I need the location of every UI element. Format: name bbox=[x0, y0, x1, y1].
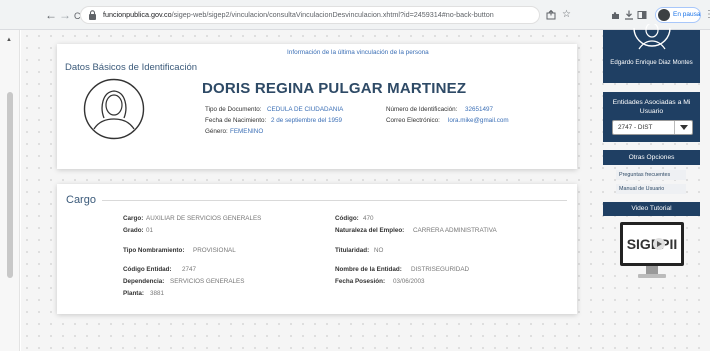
scrollbar-thumb[interactable] bbox=[7, 92, 13, 278]
menu-icon[interactable]: ⋮ bbox=[704, 9, 710, 20]
url-text[interactable]: funcionpublica.gov.co/sigep-web/sigep2/v… bbox=[103, 10, 494, 19]
basic-data-card: Información de la última vinculación de … bbox=[57, 44, 577, 169]
left-window-strip: ▲ bbox=[0, 30, 20, 351]
planta-value: 3881 bbox=[150, 290, 165, 297]
url-path[interactable]: /sigep-web/sigep2/vinculacion/consultaVi… bbox=[172, 10, 494, 19]
download-icon[interactable] bbox=[624, 10, 634, 20]
extensions-icon[interactable] bbox=[611, 10, 621, 20]
profile-pause-chip[interactable]: En pausa bbox=[655, 7, 701, 23]
document-type-label: Tipo de Documento: bbox=[205, 106, 262, 113]
possession-date-value: 03/06/2003 bbox=[393, 278, 425, 285]
birth-date-value: 2 de septiembre del 1959 bbox=[271, 117, 343, 124]
section-title-cargo: Cargo bbox=[66, 194, 96, 206]
user-avatar-icon bbox=[633, 24, 671, 50]
code-label: Código: bbox=[335, 215, 359, 222]
address-bar[interactable]: funcionpublica.gov.co/sigep-web/sigep2/v… bbox=[80, 6, 540, 24]
dependency-label: Dependencia: bbox=[123, 278, 165, 285]
id-number-value: 32651497 bbox=[465, 106, 494, 113]
appointment-type-label: Tipo Nombramiento: bbox=[123, 247, 185, 254]
entity-select-value[interactable]: 2747 - DIST bbox=[618, 124, 652, 131]
associated-entities-title: Entidades Asociadas a Mi Usuario bbox=[612, 99, 691, 115]
user-manual-link[interactable]: Manual de Usuario bbox=[616, 184, 686, 194]
grado-label: Grado: bbox=[123, 227, 144, 234]
ownership-label: Titularidad: bbox=[335, 247, 370, 254]
document-type-value: CEDULA DE CIUDADANIA bbox=[267, 106, 344, 113]
associated-entities-panel: Entidades Asociadas a Mi Usuario 2747 - … bbox=[603, 92, 700, 142]
browser-toolbar: ← → C funcionpublica.gov.co/sigep-web/si… bbox=[0, 0, 710, 30]
dependency-value: SERVICIOS GENERALES bbox=[170, 278, 245, 285]
birth-date-label: Fecha de Nacimiento: bbox=[205, 117, 267, 124]
entity-code-value: 2747 bbox=[182, 266, 197, 273]
star-icon[interactable]: ☆ bbox=[562, 9, 571, 21]
user-name: Edgardo Enrique Diaz Montes bbox=[610, 59, 693, 66]
code-value: 470 bbox=[363, 215, 374, 222]
video-tutorial-thumbnail[interactable]: SIGEPII bbox=[614, 220, 690, 284]
url-domain[interactable]: funcionpublica.gov.co bbox=[103, 10, 172, 19]
section-divider bbox=[102, 200, 567, 201]
id-number-label: Número de Identificación: bbox=[386, 106, 458, 113]
sigep-logo-text: SIGEPII bbox=[627, 236, 678, 252]
user-profile-panel: Edgardo Enrique Diaz Montes bbox=[603, 24, 700, 83]
entity-code-label: Código Entidad: bbox=[123, 266, 172, 273]
person-name: DORIS REGINA PULGAR MARTINEZ bbox=[202, 80, 467, 97]
entity-name-value: DISTRISEGURIDAD bbox=[411, 266, 470, 273]
section-title-basic-data: Datos Básicos de Identificación bbox=[65, 62, 198, 73]
gender-label: Género: bbox=[205, 128, 228, 135]
grado-value: 01 bbox=[146, 227, 154, 234]
profile-icon bbox=[658, 9, 670, 21]
last-vinculation-link[interactable]: Información de la última vinculación de … bbox=[287, 49, 429, 56]
gender-value: FEMENINO bbox=[230, 128, 264, 135]
right-sidebar: Edgardo Enrique Diaz Montes Entidades As… bbox=[603, 24, 700, 351]
split-view-icon[interactable] bbox=[637, 10, 647, 20]
employment-nature-label: Naturaleza del Empleo: bbox=[335, 227, 405, 234]
lock-icon[interactable] bbox=[88, 10, 97, 20]
entity-select-toggle[interactable] bbox=[674, 121, 692, 134]
cargo-card: Cargo Cargo: AUXILIAR DE SERVICIOS GENER… bbox=[57, 184, 577, 314]
faq-link[interactable]: Preguntas frecuentes bbox=[616, 170, 686, 180]
back-arrow-icon[interactable]: ← bbox=[45, 9, 57, 21]
profile-status: En pausa bbox=[673, 11, 701, 18]
cargo-label: Cargo: bbox=[123, 215, 144, 222]
planta-label: Planta: bbox=[123, 290, 144, 297]
entity-select[interactable]: 2747 - DIST bbox=[612, 120, 693, 135]
video-tutorial-title: Video Tutorial bbox=[603, 202, 700, 216]
cargo-value: AUXILIAR DE SERVICIOS GENERALES bbox=[146, 215, 262, 222]
email-value: lora.mike@gmail.com bbox=[448, 117, 509, 124]
female-avatar-icon bbox=[83, 78, 145, 140]
employment-nature-value: CARRERA ADMINISTRATIVA bbox=[413, 227, 497, 234]
email-label: Correo Electrónico: bbox=[386, 117, 440, 124]
chevron-down-icon[interactable] bbox=[680, 125, 688, 130]
other-options-title: Otras Opciones bbox=[603, 150, 700, 165]
forward-arrow-icon[interactable]: → bbox=[59, 9, 71, 21]
ownership-value: NO bbox=[374, 247, 384, 254]
possession-date-label: Fecha Posesión: bbox=[335, 278, 386, 285]
entity-name-label: Nombre de la Entidad: bbox=[335, 266, 402, 273]
share-icon[interactable] bbox=[546, 10, 556, 20]
appointment-type-value: PROVISIONAL bbox=[193, 247, 236, 254]
scroll-up-icon[interactable]: ▲ bbox=[6, 37, 12, 43]
